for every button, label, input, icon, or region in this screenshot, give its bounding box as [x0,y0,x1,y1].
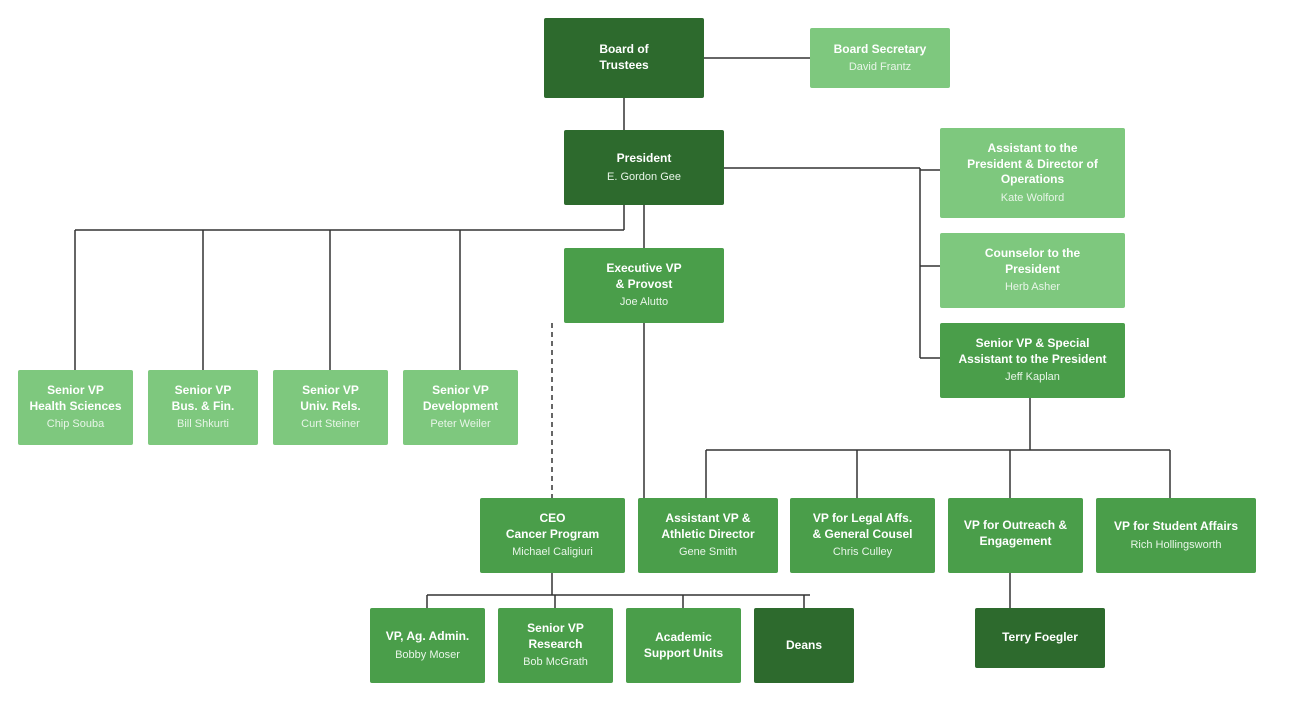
svp-special-asst-node: Senior VP & SpecialAssistant to the Pres… [940,323,1125,398]
vp-legal-name: Chris Culley [833,545,892,559]
svp-univ-node: Senior VPUniv. Rels. Curt Steiner [273,370,388,445]
svp-health-node: Senior VPHealth Sciences Chip Souba [18,370,133,445]
svp-research-title: Senior VPResearch [527,621,584,652]
ath-dir-name: Gene Smith [679,545,737,559]
svp-research-name: Bob McGrath [523,655,588,669]
svp-sp-name: Jeff Kaplan [1005,370,1060,384]
svp-health-title: Senior VPHealth Sciences [29,383,121,414]
evp-provost-node: Executive VP& Provost Joe Alutto [564,248,724,323]
board-sec-title: Board Secretary [834,42,927,58]
ceo-title: CEOCancer Program [506,511,599,542]
asst-vp-ath-node: Assistant VP &Athletic Director Gene Smi… [638,498,778,573]
vp-student-name: Rich Hollingsworth [1130,538,1221,552]
vp-student-node: VP for Student Affairs Rich Hollingswort… [1096,498,1256,573]
vp-outreach-title: VP for Outreach &Engagement [964,518,1067,549]
vp-legal-node: VP for Legal Affs.& General Cousel Chris… [790,498,935,573]
vp-student-title: VP for Student Affairs [1114,519,1238,535]
vp-ag-name: Bobby Moser [395,648,460,662]
president-title: President [617,151,672,167]
board-of-trustees-node: Board ofTrustees [544,18,704,98]
ceo-name: Michael Caligiuri [512,545,593,559]
vp-ag-title: VP, Ag. Admin. [386,629,470,645]
svp-univ-title: Senior VPUniv. Rels. [300,383,360,414]
president-node: President E. Gordon Gee [564,130,724,205]
evp-title: Executive VP& Provost [606,261,681,292]
terry-title: Terry Foegler [1002,630,1078,646]
counselor-node: Counselor to thePresident Herb Asher [940,233,1125,308]
ceo-cancer-node: CEOCancer Program Michael Caligiuri [480,498,625,573]
board-secretary-node: Board Secretary David Frantz [810,28,950,88]
deans-title: Deans [786,638,822,654]
vp-outreach-node: VP for Outreach &Engagement [948,498,1083,573]
board-title: Board ofTrustees [599,42,648,73]
ath-dir-title: Assistant VP &Athletic Director [661,511,754,542]
svp-dev-name: Peter Weiler [430,417,490,431]
board-sec-name: David Frantz [849,60,911,74]
asst-pres-title: Assistant to thePresident & Director ofO… [967,141,1098,188]
counselor-name: Herb Asher [1005,280,1060,294]
vp-ag-node: VP, Ag. Admin. Bobby Moser [370,608,485,683]
asst-president-node: Assistant to thePresident & Director ofO… [940,128,1125,218]
acad-support-title: AcademicSupport Units [644,630,723,661]
deans-node: Deans [754,608,854,683]
asst-pres-name: Kate Wolford [1001,191,1064,205]
svp-research-node: Senior VPResearch Bob McGrath [498,608,613,683]
terry-node: Terry Foegler [975,608,1105,668]
org-chart: Board ofTrustees Board Secretary David F… [0,0,1296,715]
svp-health-name: Chip Souba [47,417,105,431]
svp-univ-name: Curt Steiner [301,417,360,431]
svp-dev-title: Senior VPDevelopment [423,383,498,414]
svp-dev-node: Senior VPDevelopment Peter Weiler [403,370,518,445]
president-name: E. Gordon Gee [607,170,681,184]
svp-bus-name: Bill Shkurti [177,417,229,431]
counselor-title: Counselor to thePresident [985,246,1080,277]
svp-sp-title: Senior VP & SpecialAssistant to the Pres… [958,336,1106,367]
svp-bus-node: Senior VPBus. & Fin. Bill Shkurti [148,370,258,445]
acad-support-node: AcademicSupport Units [626,608,741,683]
evp-name: Joe Alutto [620,295,668,309]
svp-bus-title: Senior VPBus. & Fin. [172,383,235,414]
vp-legal-title: VP for Legal Affs.& General Cousel [812,511,912,542]
